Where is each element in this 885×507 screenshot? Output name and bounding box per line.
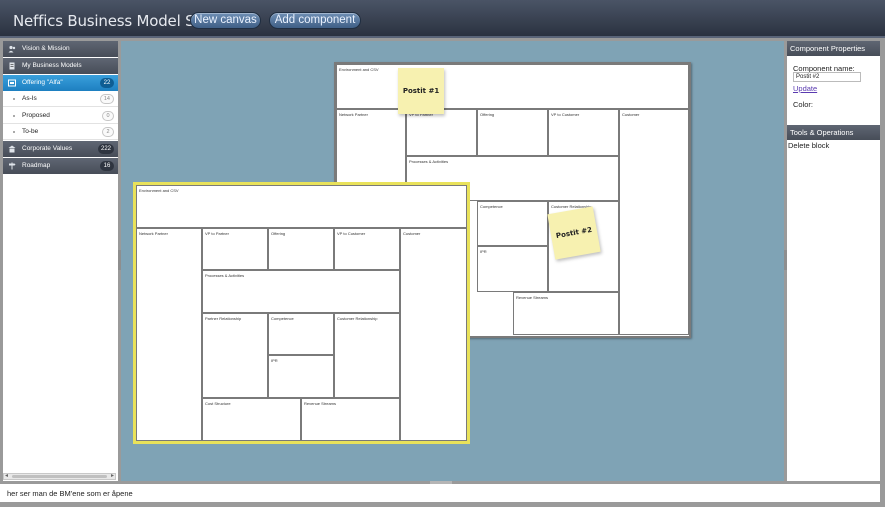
- sidebar-subitem-as-is[interactable]: As-Is 14: [3, 91, 118, 107]
- sidebar-item-offering-alfa[interactable]: Offering "Alfa" 22: [3, 75, 118, 91]
- component-name-field[interactable]: Postit #2: [793, 72, 861, 82]
- new-canvas-button[interactable]: New canvas: [190, 12, 261, 29]
- sidebar-item-corporate-values[interactable]: Corporate Values 222: [3, 141, 118, 157]
- count-badge: 14: [99, 94, 114, 104]
- scroll-left-arrow-icon[interactable]: ◂: [5, 472, 8, 479]
- sidebar-item-label: Proposed: [22, 112, 50, 119]
- signpost-icon: [9, 162, 16, 170]
- sidebar: Vision & Mission My Business Models Offe…: [3, 41, 118, 481]
- sidebar-item-label: Vision & Mission: [22, 45, 70, 52]
- postit-note[interactable]: Postit #2: [547, 206, 601, 260]
- cell-environment-csv[interactable]: Environment and CSV: [336, 64, 689, 109]
- sidebar-item-vision-mission[interactable]: Vision & Mission: [3, 41, 118, 57]
- cell-competence[interactable]: Competence: [268, 313, 334, 355]
- cell-vp-to-customer[interactable]: VP to Customer: [334, 228, 400, 270]
- scrollbar-thumb[interactable]: [12, 475, 107, 478]
- cell-cost-structure[interactable]: Cost Structure: [202, 398, 301, 441]
- color-label: Color:: [793, 100, 814, 109]
- update-link[interactable]: Update: [793, 84, 817, 93]
- cell-ipr[interactable]: IPR: [477, 246, 548, 292]
- building-icon: [8, 145, 16, 153]
- tools-operations-header: Tools & Operations: [787, 125, 880, 140]
- status-bar: her ser man de BM'ene som er åpene: [0, 484, 880, 502]
- cell-processes-activities[interactable]: Processes & Activities: [202, 270, 400, 313]
- canvas-icon: [8, 79, 16, 87]
- people-icon: [8, 45, 16, 53]
- cell-customer[interactable]: Customer: [400, 228, 467, 441]
- cell-offering[interactable]: Offering: [477, 109, 548, 156]
- scroll-right-arrow-icon[interactable]: ▸: [111, 472, 114, 479]
- sidebar-item-label: To-be: [22, 128, 39, 135]
- sidebar-horizontal-scrollbar[interactable]: ◂ ▸: [3, 473, 116, 480]
- bullet-icon: [13, 98, 15, 100]
- canvas-area[interactable]: Environment and CSV Network Partner VP t…: [121, 41, 784, 481]
- component-properties-header: Component Properties: [787, 41, 880, 56]
- cell-customer[interactable]: Customer: [619, 109, 689, 335]
- count-badge: 222: [97, 144, 114, 154]
- cell-ipr[interactable]: IPR: [268, 355, 334, 398]
- count-badge: 16: [100, 161, 114, 171]
- bullet-icon: [13, 115, 15, 117]
- cell-offering[interactable]: Offering: [268, 228, 334, 270]
- count-badge: 0: [102, 111, 114, 121]
- cell-vp-to-customer[interactable]: VP to Customer: [548, 109, 619, 156]
- status-text: her ser man de BM'ene som er åpene: [7, 489, 133, 498]
- cell-partner-relationship[interactable]: Partner Relationship: [202, 313, 268, 398]
- sidebar-subitem-to-be[interactable]: To-be 2: [3, 124, 118, 140]
- delete-block-link[interactable]: Delete block: [788, 141, 829, 150]
- business-model-canvas-selected[interactable]: Environment and CSV Network Partner VP t…: [133, 182, 470, 444]
- sidebar-item-label: Roadmap: [22, 162, 51, 169]
- sidebar-item-my-business-models[interactable]: My Business Models: [3, 58, 118, 74]
- cell-network-partner[interactable]: Network Partner: [136, 228, 202, 441]
- cell-competence[interactable]: Competence: [477, 201, 548, 246]
- postit-note[interactable]: Postit #1: [398, 68, 444, 114]
- add-component-button[interactable]: Add component: [269, 12, 361, 29]
- cell-revenue-streams[interactable]: Revenue Streams: [513, 292, 619, 335]
- cell-vp-to-partner[interactable]: VP to Partner: [202, 228, 268, 270]
- cell-revenue-streams[interactable]: Revenue Streams: [301, 398, 400, 441]
- cell-customer-relationship[interactable]: Customer Relationship: [334, 313, 400, 398]
- cell-environment-csv[interactable]: Environment and CSV: [136, 185, 467, 228]
- right-panel: Component Properties Component name: Pos…: [787, 41, 880, 481]
- sidebar-item-label: Offering "Alfa": [22, 79, 63, 86]
- sidebar-item-label: As-Is: [22, 95, 37, 102]
- cell-vp-to-partner[interactable]: VP to Partner: [406, 109, 477, 156]
- count-badge: 2: [102, 127, 114, 137]
- document-icon: [9, 62, 15, 70]
- top-bar: Neffics Business Model Suite New canvas …: [0, 0, 885, 38]
- count-badge: 22: [100, 78, 114, 88]
- sidebar-subitem-proposed[interactable]: Proposed 0: [3, 108, 118, 124]
- sidebar-item-label: My Business Models: [22, 62, 82, 69]
- bullet-icon: [13, 131, 15, 133]
- sidebar-item-roadmap[interactable]: Roadmap 16: [3, 158, 118, 174]
- sidebar-item-label: Corporate Values: [22, 145, 73, 152]
